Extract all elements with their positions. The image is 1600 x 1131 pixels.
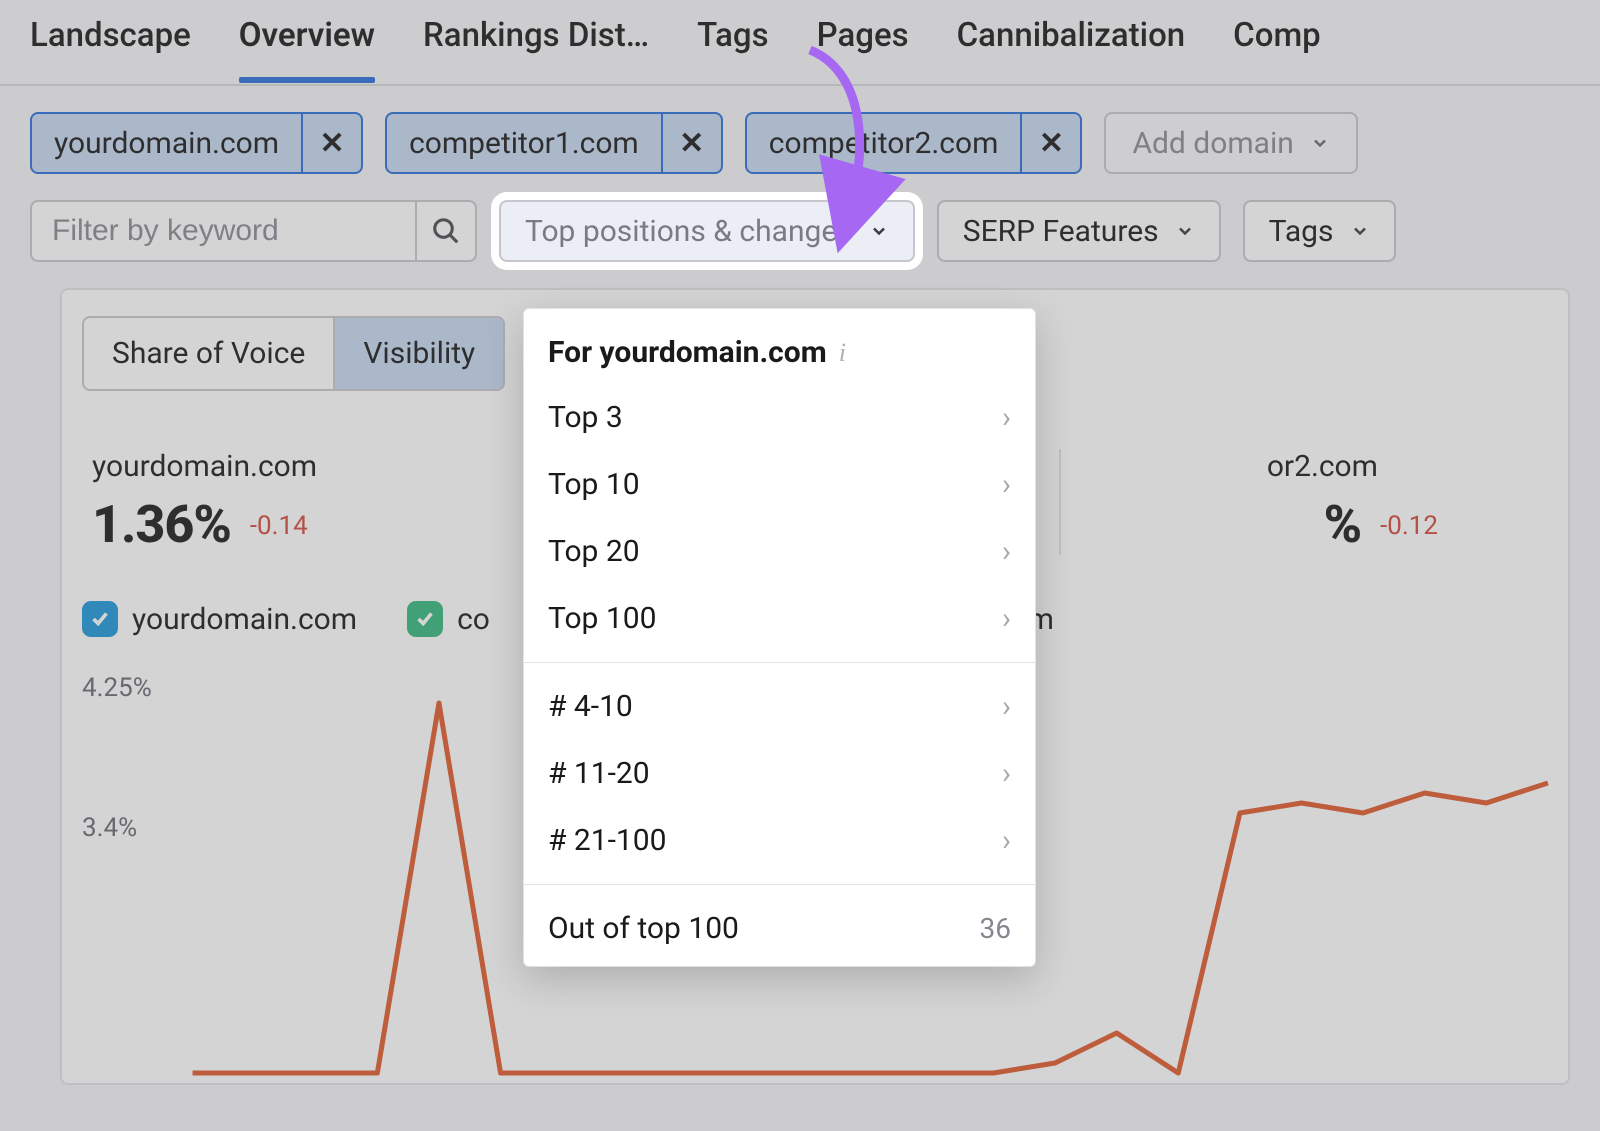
tab-landscape[interactable]: Landscape bbox=[30, 16, 191, 79]
divider bbox=[524, 662, 1035, 663]
close-icon[interactable]: ✕ bbox=[661, 114, 721, 172]
chevron-right-icon: › bbox=[1002, 689, 1011, 724]
chevron-right-icon: › bbox=[1002, 534, 1011, 569]
chevron-down-icon bbox=[1350, 221, 1370, 241]
dropdown-item-out-of-top-100[interactable]: Out of top 100 36 bbox=[524, 895, 1035, 962]
chevron-down-icon bbox=[1310, 133, 1330, 153]
top-positions-filter-button[interactable]: Top positions & changes bbox=[499, 200, 915, 262]
dropdown-item-count: 36 bbox=[980, 912, 1011, 945]
stat-value: % bbox=[1324, 494, 1362, 555]
add-domain-label: Add domain bbox=[1132, 126, 1293, 161]
domain-chip-row: yourdomain.com ✕ competitor1.com ✕ compe… bbox=[0, 86, 1600, 186]
tabs-bar: Landscape Overview Rankings Dist… Tags P… bbox=[0, 0, 1600, 86]
keyword-filter-input[interactable] bbox=[30, 200, 415, 262]
serp-features-filter-button[interactable]: SERP Features bbox=[937, 200, 1221, 262]
chevron-right-icon: › bbox=[1002, 467, 1011, 502]
stat-domain: yourdomain.com bbox=[92, 449, 559, 484]
filter-label: SERP Features bbox=[963, 214, 1159, 249]
search-icon bbox=[431, 216, 461, 246]
legend-item[interactable]: yourdomain.com bbox=[82, 601, 357, 637]
dropdown-item-11-20[interactable]: # 11-20 › bbox=[524, 740, 1035, 807]
dropdown-item-4-10[interactable]: # 4-10 › bbox=[524, 673, 1035, 740]
checkbox-checked-icon[interactable] bbox=[407, 601, 443, 637]
domain-chip-label: yourdomain.com bbox=[32, 126, 301, 161]
stat-delta: -0.12 bbox=[1380, 511, 1438, 541]
chevron-right-icon: › bbox=[1002, 601, 1011, 636]
tab-competitors[interactable]: Comp bbox=[1233, 16, 1321, 79]
legend-item[interactable]: co bbox=[407, 601, 490, 637]
stat-delta: -0.14 bbox=[250, 511, 308, 541]
tab-rankings-distribution[interactable]: Rankings Dist… bbox=[423, 16, 649, 79]
chevron-right-icon: › bbox=[1002, 756, 1011, 791]
info-icon[interactable]: i bbox=[839, 338, 846, 368]
search-button[interactable] bbox=[415, 200, 477, 262]
domain-chip-label: competitor1.com bbox=[387, 126, 661, 161]
chevron-down-icon bbox=[1175, 221, 1195, 241]
visibility-segment[interactable]: Visibility bbox=[333, 318, 503, 389]
divider bbox=[524, 884, 1035, 885]
domain-chip-label: competitor2.com bbox=[747, 126, 1021, 161]
keyword-filter-wrap bbox=[30, 200, 477, 262]
chevron-right-icon: › bbox=[1002, 400, 1011, 435]
add-domain-button[interactable]: Add domain bbox=[1104, 112, 1357, 174]
dropdown-heading: For yourdomain.com i bbox=[524, 309, 1035, 384]
domain-chip[interactable]: competitor2.com ✕ bbox=[745, 112, 1083, 174]
tab-cannibalization[interactable]: Cannibalization bbox=[957, 16, 1186, 79]
dropdown-item-top3[interactable]: Top 3 › bbox=[524, 384, 1035, 451]
tab-tags[interactable]: Tags bbox=[697, 16, 768, 79]
checkbox-checked-icon[interactable] bbox=[82, 601, 118, 637]
chevron-down-icon bbox=[869, 221, 889, 241]
dropdown-item-top10[interactable]: Top 10 › bbox=[524, 451, 1035, 518]
legend-label: yourdomain.com bbox=[132, 602, 357, 637]
filter-label: Tags bbox=[1269, 214, 1334, 249]
chevron-right-icon: › bbox=[1002, 823, 1011, 858]
close-icon[interactable]: ✕ bbox=[1020, 114, 1080, 172]
y-axis-tick: 3.4% bbox=[82, 813, 137, 843]
close-icon[interactable]: ✕ bbox=[301, 114, 361, 172]
filter-row: Top positions & changes SERP Features Ta… bbox=[0, 186, 1600, 288]
stat-block: yourdomain.com 1.36% -0.14 bbox=[82, 449, 571, 555]
dropdown-item-top20[interactable]: Top 20 › bbox=[524, 518, 1035, 585]
dropdown-item-21-100[interactable]: # 21-100 › bbox=[524, 807, 1035, 874]
legend-label: co bbox=[457, 602, 490, 637]
tab-pages[interactable]: Pages bbox=[817, 16, 909, 79]
filter-label: Top positions & changes bbox=[525, 214, 853, 249]
dropdown-item-top100[interactable]: Top 100 › bbox=[524, 585, 1035, 652]
y-axis-tick: 4.25% bbox=[82, 673, 152, 703]
top-positions-dropdown: For yourdomain.com i Top 3 › Top 10 › To… bbox=[523, 308, 1036, 967]
tags-filter-button[interactable]: Tags bbox=[1243, 200, 1396, 262]
share-of-voice-segment[interactable]: Share of Voice bbox=[84, 318, 333, 389]
view-toggle: Share of Voice Visibility bbox=[82, 316, 505, 391]
domain-chip[interactable]: competitor1.com ✕ bbox=[385, 112, 723, 174]
tab-overview[interactable]: Overview bbox=[239, 16, 375, 79]
stat-value: 1.36% bbox=[92, 494, 231, 555]
stat-domain: or2.com bbox=[1071, 449, 1538, 484]
stat-block: or2.com % -0.12 bbox=[1061, 449, 1548, 555]
domain-chip[interactable]: yourdomain.com ✕ bbox=[30, 112, 363, 174]
